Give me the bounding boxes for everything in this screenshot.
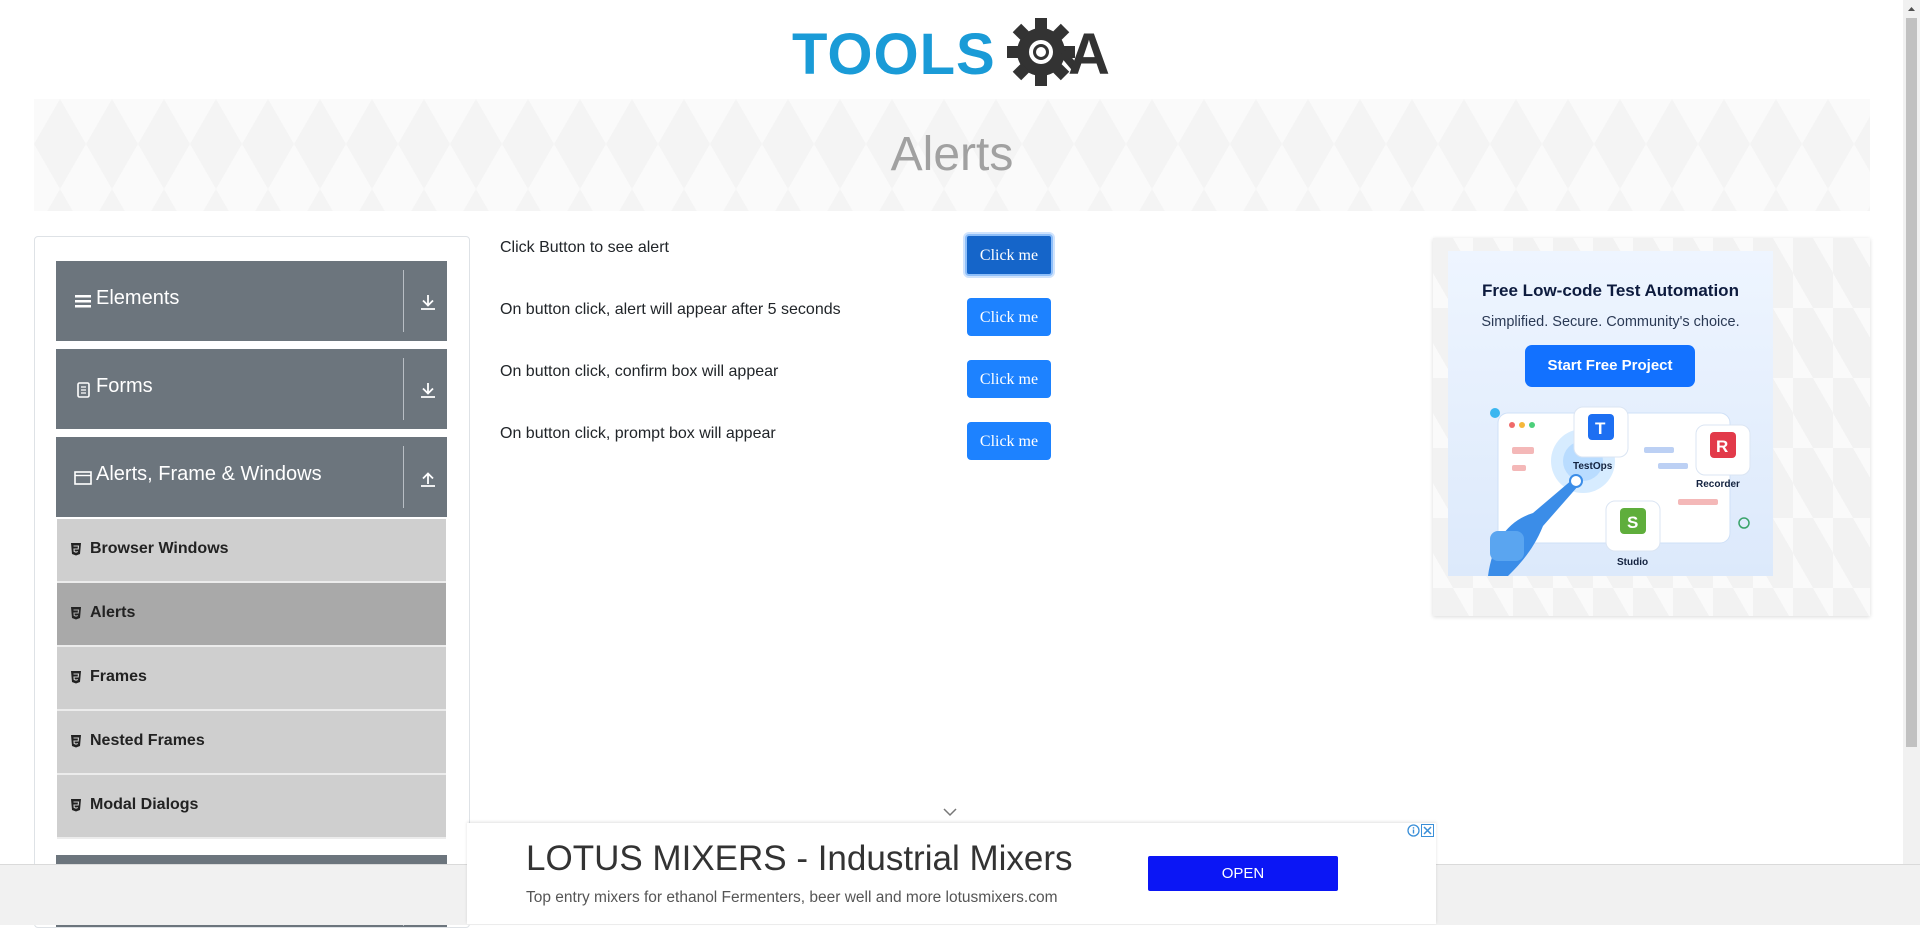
sidebar-item-label: Frames — [90, 668, 147, 685]
testops-label: TestOps — [1573, 461, 1613, 472]
group-label-elements: Elements — [96, 287, 180, 309]
toolsqa-logo[interactable]: TOOLS A — [790, 14, 1114, 92]
sidebar-item-label: Browser Windows — [90, 540, 229, 557]
chevron-down-icon[interactable] — [942, 806, 958, 818]
left-sidebar: Elements Forms Alerts, Frame & Windows B… — [34, 236, 470, 928]
sidebar-item-alerts[interactable]: Alerts — [57, 583, 446, 647]
alert-button[interactable]: Click me — [965, 234, 1053, 276]
window-icon — [74, 471, 92, 485]
html5-icon — [71, 799, 81, 812]
side-ad[interactable]: Free Low-code Test Automation Simplified… — [1448, 251, 1773, 576]
hamburger-icon — [75, 295, 91, 308]
download-arrow-icon[interactable] — [418, 292, 438, 312]
side-ad-headline: Free Low-code Test Automation — [1482, 281, 1739, 300]
sidebar-item-label: Modal Dialogs — [90, 796, 199, 813]
row-text-alert: Click Button to see alert — [500, 239, 669, 256]
scroll-up-arrow-icon[interactable] — [1906, 4, 1917, 14]
group-header-alerts-frame-windows[interactable]: Alerts, Frame & Windows — [56, 437, 447, 517]
svg-text:T: T — [1595, 419, 1606, 438]
svg-text:S: S — [1627, 513, 1638, 532]
html5-icon — [71, 607, 81, 620]
side-ad-container: Free Low-code Test Automation Simplified… — [1433, 238, 1870, 616]
scrollbar-thumb[interactable] — [1906, 18, 1917, 747]
info-icon[interactable] — [1407, 824, 1420, 837]
html5-icon — [71, 735, 81, 748]
start-free-project-button[interactable]: Start Free Project — [1525, 345, 1695, 387]
group-header-forms[interactable]: Forms — [56, 349, 447, 429]
bottom-ad-title[interactable]: LOTUS MIXERS - Industrial Mixers — [526, 839, 1073, 879]
sidebar-item-frames[interactable]: Frames — [57, 647, 446, 711]
timer-alert-button[interactable]: Click me — [967, 298, 1051, 336]
side-ad-subtitle: Simplified. Secure. Community's choice. — [1481, 314, 1740, 330]
page-title: Alerts — [890, 128, 1014, 181]
divider — [403, 270, 404, 332]
confirm-button[interactable]: Click me — [967, 360, 1051, 398]
group-label-alerts-frame-windows: Alerts, Frame & Windows — [96, 463, 322, 485]
sidebar-item-label: Nested Frames — [90, 732, 205, 749]
svg-text:R: R — [1716, 437, 1728, 456]
divider — [403, 358, 404, 420]
group-label-forms: Forms — [96, 375, 153, 397]
close-icon[interactable] — [1421, 824, 1434, 837]
row-text-timer-alert: On button click, alert will appear after… — [500, 301, 841, 318]
divider — [403, 446, 404, 508]
studio-label: Studio — [1617, 557, 1649, 568]
html5-icon — [71, 671, 81, 684]
sidebar-item-nested-frames[interactable]: Nested Frames — [57, 711, 446, 775]
sidebar-item-modal-dialogs[interactable]: Modal Dialogs — [57, 775, 446, 839]
svg-text:TOOLS: TOOLS — [792, 22, 996, 87]
svg-text:A: A — [1068, 22, 1110, 87]
bottom-ad[interactable]: LOTUS MIXERS - Industrial Mixers Top ent… — [467, 823, 1436, 924]
row-text-prompt: On button click, prompt box will appear — [500, 425, 776, 442]
page-banner: Alerts — [34, 99, 1870, 211]
recorder-label: Recorder — [1696, 479, 1740, 490]
download-arrow-icon[interactable] — [418, 380, 438, 400]
form-icon — [77, 382, 90, 398]
group-header-elements[interactable]: Elements — [56, 261, 447, 341]
sidebar-item-browser-windows[interactable]: Browser Windows — [57, 519, 446, 583]
bottom-ad-description: Top entry mixers for ethanol Fermenters,… — [526, 889, 1058, 906]
prompt-button[interactable]: Click me — [967, 422, 1051, 460]
bottom-ad-open-button[interactable]: OPEN — [1148, 856, 1338, 891]
sidebar-item-label: Alerts — [90, 604, 136, 621]
html5-icon — [71, 543, 81, 556]
row-text-confirm: On button click, confirm box will appear — [500, 363, 779, 380]
upload-arrow-icon[interactable] — [418, 468, 438, 488]
